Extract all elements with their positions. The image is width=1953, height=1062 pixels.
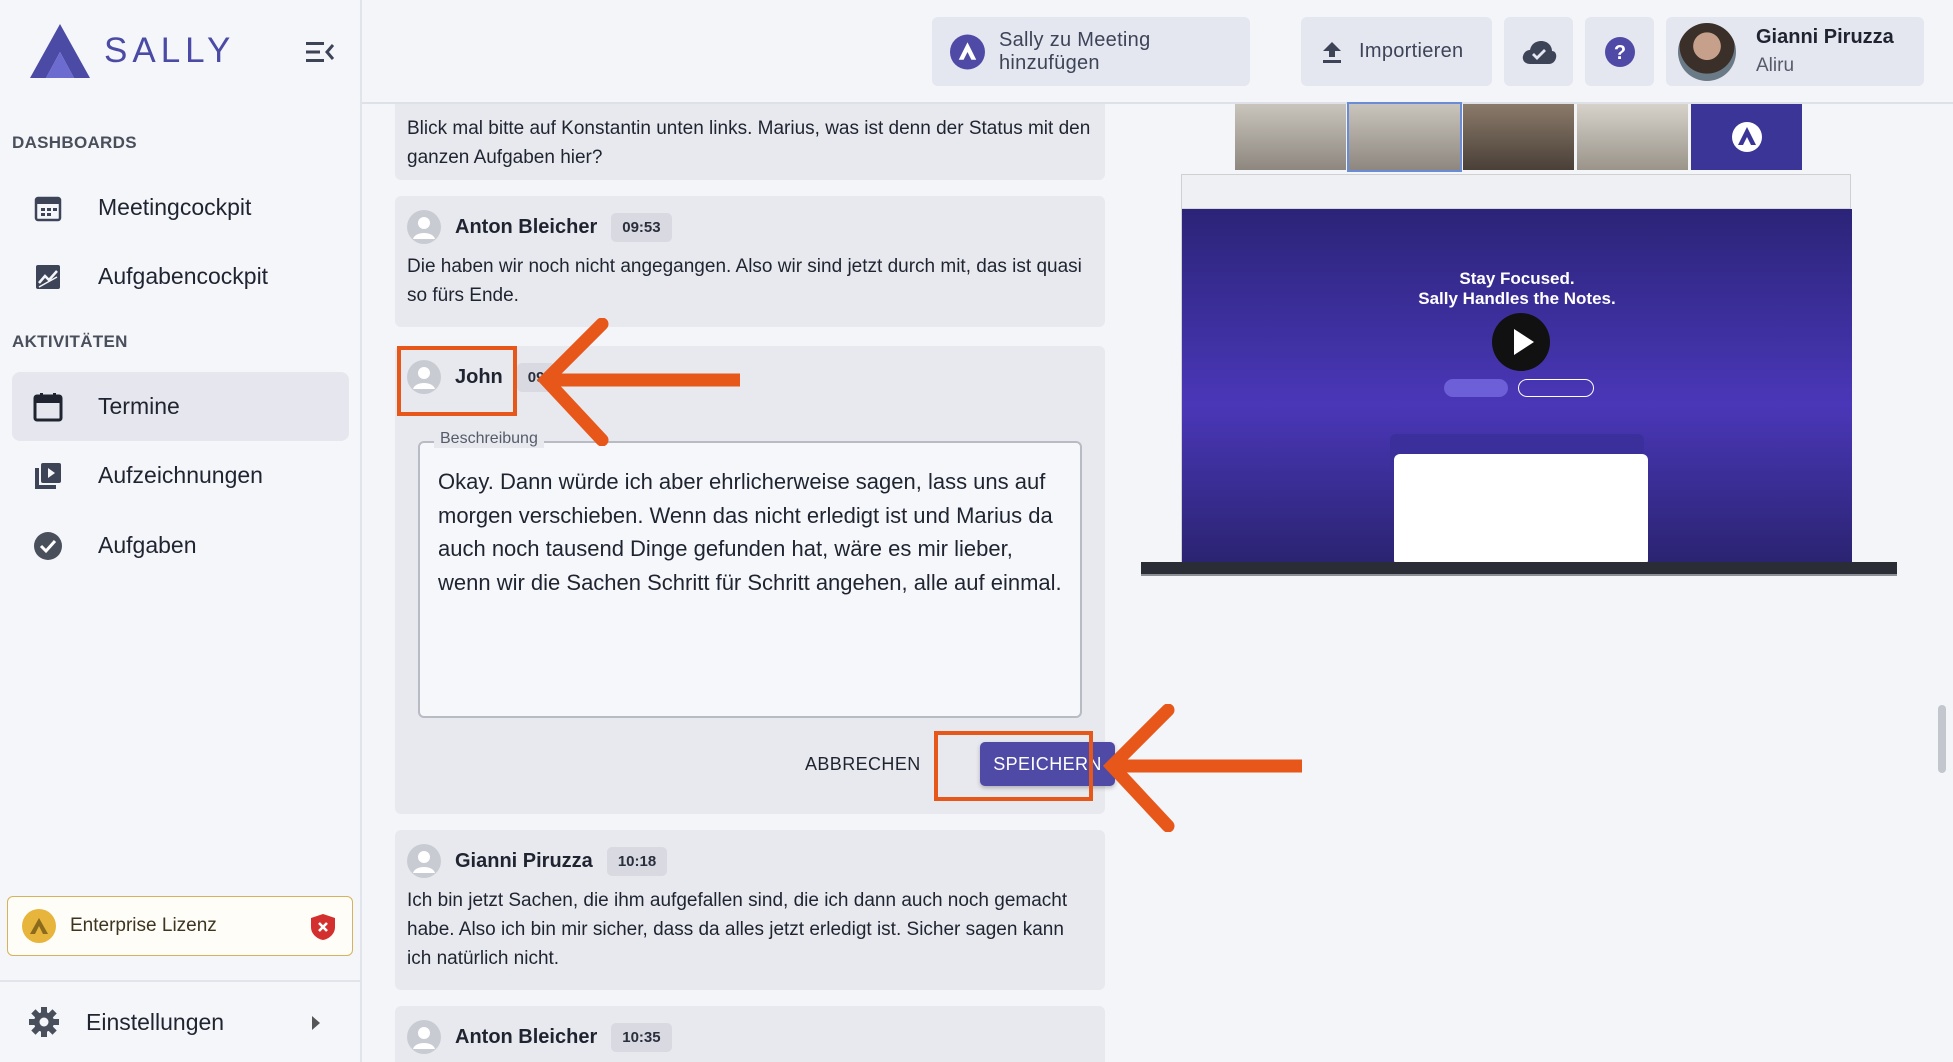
sidebar-item-label: Aufzeichnungen	[98, 462, 263, 488]
sidebar-item-aufzeichnungen[interactable]: Aufzeichnungen	[12, 441, 349, 510]
play-icon[interactable]	[1492, 313, 1550, 371]
transcript-text: Die haben wir noch nicht angegangen. Als…	[407, 256, 1082, 306]
speaker-avatar-icon	[407, 210, 441, 244]
video-library-icon	[32, 460, 64, 492]
chart-icon	[32, 261, 64, 293]
calendar-grid-icon	[32, 192, 64, 224]
import-label: Importieren	[1359, 40, 1464, 62]
speaker-name[interactable]: Gianni Piruzza	[455, 850, 593, 873]
participant-thumbnail	[1463, 104, 1574, 170]
license-badge[interactable]: Enterprise Lizenz	[7, 896, 353, 956]
headline-line: Stay Focused.	[1459, 269, 1575, 288]
transcript-text: Ich bin jetzt Sachen, die ihm aufgefalle…	[407, 890, 1068, 969]
highlight-box-save	[934, 731, 1093, 801]
transcript-entry[interactable]: Blick mal bitte auf Konstantin unten lin…	[395, 104, 1105, 180]
participant-thumbnail	[1235, 104, 1346, 170]
add-sally-to-meeting-button[interactable]: Sally zu Meeting hinzufügen	[932, 17, 1250, 86]
license-coin-icon	[22, 909, 56, 943]
video-taskbar	[1141, 562, 1897, 576]
sally-logo-icon	[1731, 122, 1762, 152]
calendar-icon	[32, 391, 64, 423]
transcript-list: Blick mal bitte auf Konstantin unten lin…	[362, 104, 1122, 1062]
sidebar-item-label: Meetingcockpit	[98, 194, 252, 220]
sidebar-item-label: Termine	[98, 393, 180, 419]
sidebar: SALLY DASHBOARDS Meetingcockpit Aufgaben…	[0, 0, 362, 1062]
user-name: Gianni Piruzza	[1756, 26, 1894, 48]
cloud-sync-button[interactable]	[1504, 17, 1573, 86]
sally-logo[interactable]: SALLY	[28, 22, 235, 80]
timestamp-badge[interactable]: 09:53	[611, 212, 672, 242]
timestamp-badge[interactable]: 10:35	[611, 1022, 672, 1052]
description-textarea[interactable]: Okay. Dann würde ich aber ehrlicherweise…	[438, 465, 1062, 599]
chevron-right-icon	[312, 1016, 320, 1030]
transcript-text: Blick mal bitte auf Konstantin unten lin…	[407, 118, 1091, 168]
settings-label: Einstellungen	[86, 1008, 225, 1035]
arrow-left-icon	[536, 318, 740, 446]
user-avatar	[1678, 22, 1736, 81]
sally-bot-thumbnail	[1691, 104, 1802, 170]
participant-thumbnail	[1347, 102, 1462, 172]
sidebar-item-label: Aufgabencockpit	[98, 263, 269, 289]
help-icon: ?	[1604, 36, 1635, 67]
scrollbar-thumb[interactable]	[1938, 705, 1946, 773]
section-label-aktivitaeten: AKTIVITÄTEN	[12, 332, 128, 351]
website-demo-button	[1518, 379, 1594, 397]
user-org: Aliru	[1756, 55, 1795, 76]
speaker-avatar-icon	[407, 844, 441, 878]
transcript-entry[interactable]: Gianni Piruzza 10:18 Ich bin jetzt Sache…	[395, 830, 1105, 990]
participant-thumbnail	[1577, 104, 1688, 170]
settings-menu[interactable]: Einstellungen	[0, 980, 360, 1062]
sally-logo-icon	[30, 24, 90, 78]
highlight-box-speaker	[397, 346, 517, 416]
check-circle-icon	[32, 530, 64, 562]
timestamp-badge[interactable]: 10:18	[606, 846, 668, 876]
transcript-entry[interactable]: Anton Bleicher 10:35	[395, 1006, 1105, 1062]
sidebar-item-label: Aufgaben	[98, 532, 197, 558]
top-bar: Sally zu Meeting hinzufügen Importieren …	[362, 0, 1953, 104]
sidebar-item-aufgabencockpit[interactable]: Aufgabencockpit	[12, 242, 349, 311]
menu-collapse-icon[interactable]	[306, 40, 334, 64]
website-app-card	[1394, 454, 1648, 565]
arrow-left-icon	[1102, 704, 1302, 832]
license-label: Enterprise Lizenz	[70, 915, 217, 936]
user-menu[interactable]: Gianni Piruzza Aliru	[1666, 17, 1924, 86]
website-preview: Stay Focused. Sally Handles the Notes.	[1182, 209, 1852, 565]
transcript-entry[interactable]: Anton Bleicher 09:53 Die haben wir noch …	[395, 196, 1105, 327]
import-button[interactable]: Importieren	[1301, 17, 1492, 86]
video-player[interactable]: Stay Focused. Sally Handles the Notes.	[1141, 102, 1897, 576]
speaker-name[interactable]: Anton Bleicher	[455, 216, 597, 239]
help-button[interactable]: ?	[1585, 17, 1654, 86]
add-to-meeting-label: Sally zu Meeting hinzufügen	[998, 28, 1151, 74]
upload-icon	[1323, 41, 1341, 63]
headline-line: Sally Handles the Notes.	[1418, 289, 1616, 308]
sidebar-item-termine[interactable]: Termine	[12, 372, 349, 441]
shared-screen: Stay Focused. Sally Handles the Notes.	[1181, 174, 1852, 574]
sally-circle-icon	[950, 34, 985, 69]
speaker-name[interactable]: Anton Bleicher	[455, 1026, 597, 1049]
description-field[interactable]: Beschreibung Okay. Dann würde ich aber e…	[418, 430, 1082, 718]
logo-text: SALLY	[104, 31, 236, 70]
website-cta-button	[1444, 379, 1508, 397]
browser-tab-bar	[1182, 175, 1850, 209]
sidebar-item-meetingcockpit[interactable]: Meetingcockpit	[12, 173, 349, 242]
shield-error-icon	[311, 914, 335, 940]
gear-icon	[29, 1007, 59, 1037]
description-legend: Beschreibung	[434, 430, 544, 448]
section-label-dashboards: DASHBOARDS	[12, 133, 137, 152]
sidebar-item-aufgaben[interactable]: Aufgaben	[12, 511, 349, 580]
website-headline: Stay Focused. Sally Handles the Notes.	[1182, 269, 1852, 309]
cancel-button[interactable]: ABBRECHEN	[805, 754, 921, 775]
cloud-done-icon	[1522, 40, 1556, 64]
speaker-avatar-icon	[407, 1020, 441, 1054]
svg-text:?: ?	[1613, 42, 1625, 64]
participant-thumbnails	[1235, 102, 1802, 172]
